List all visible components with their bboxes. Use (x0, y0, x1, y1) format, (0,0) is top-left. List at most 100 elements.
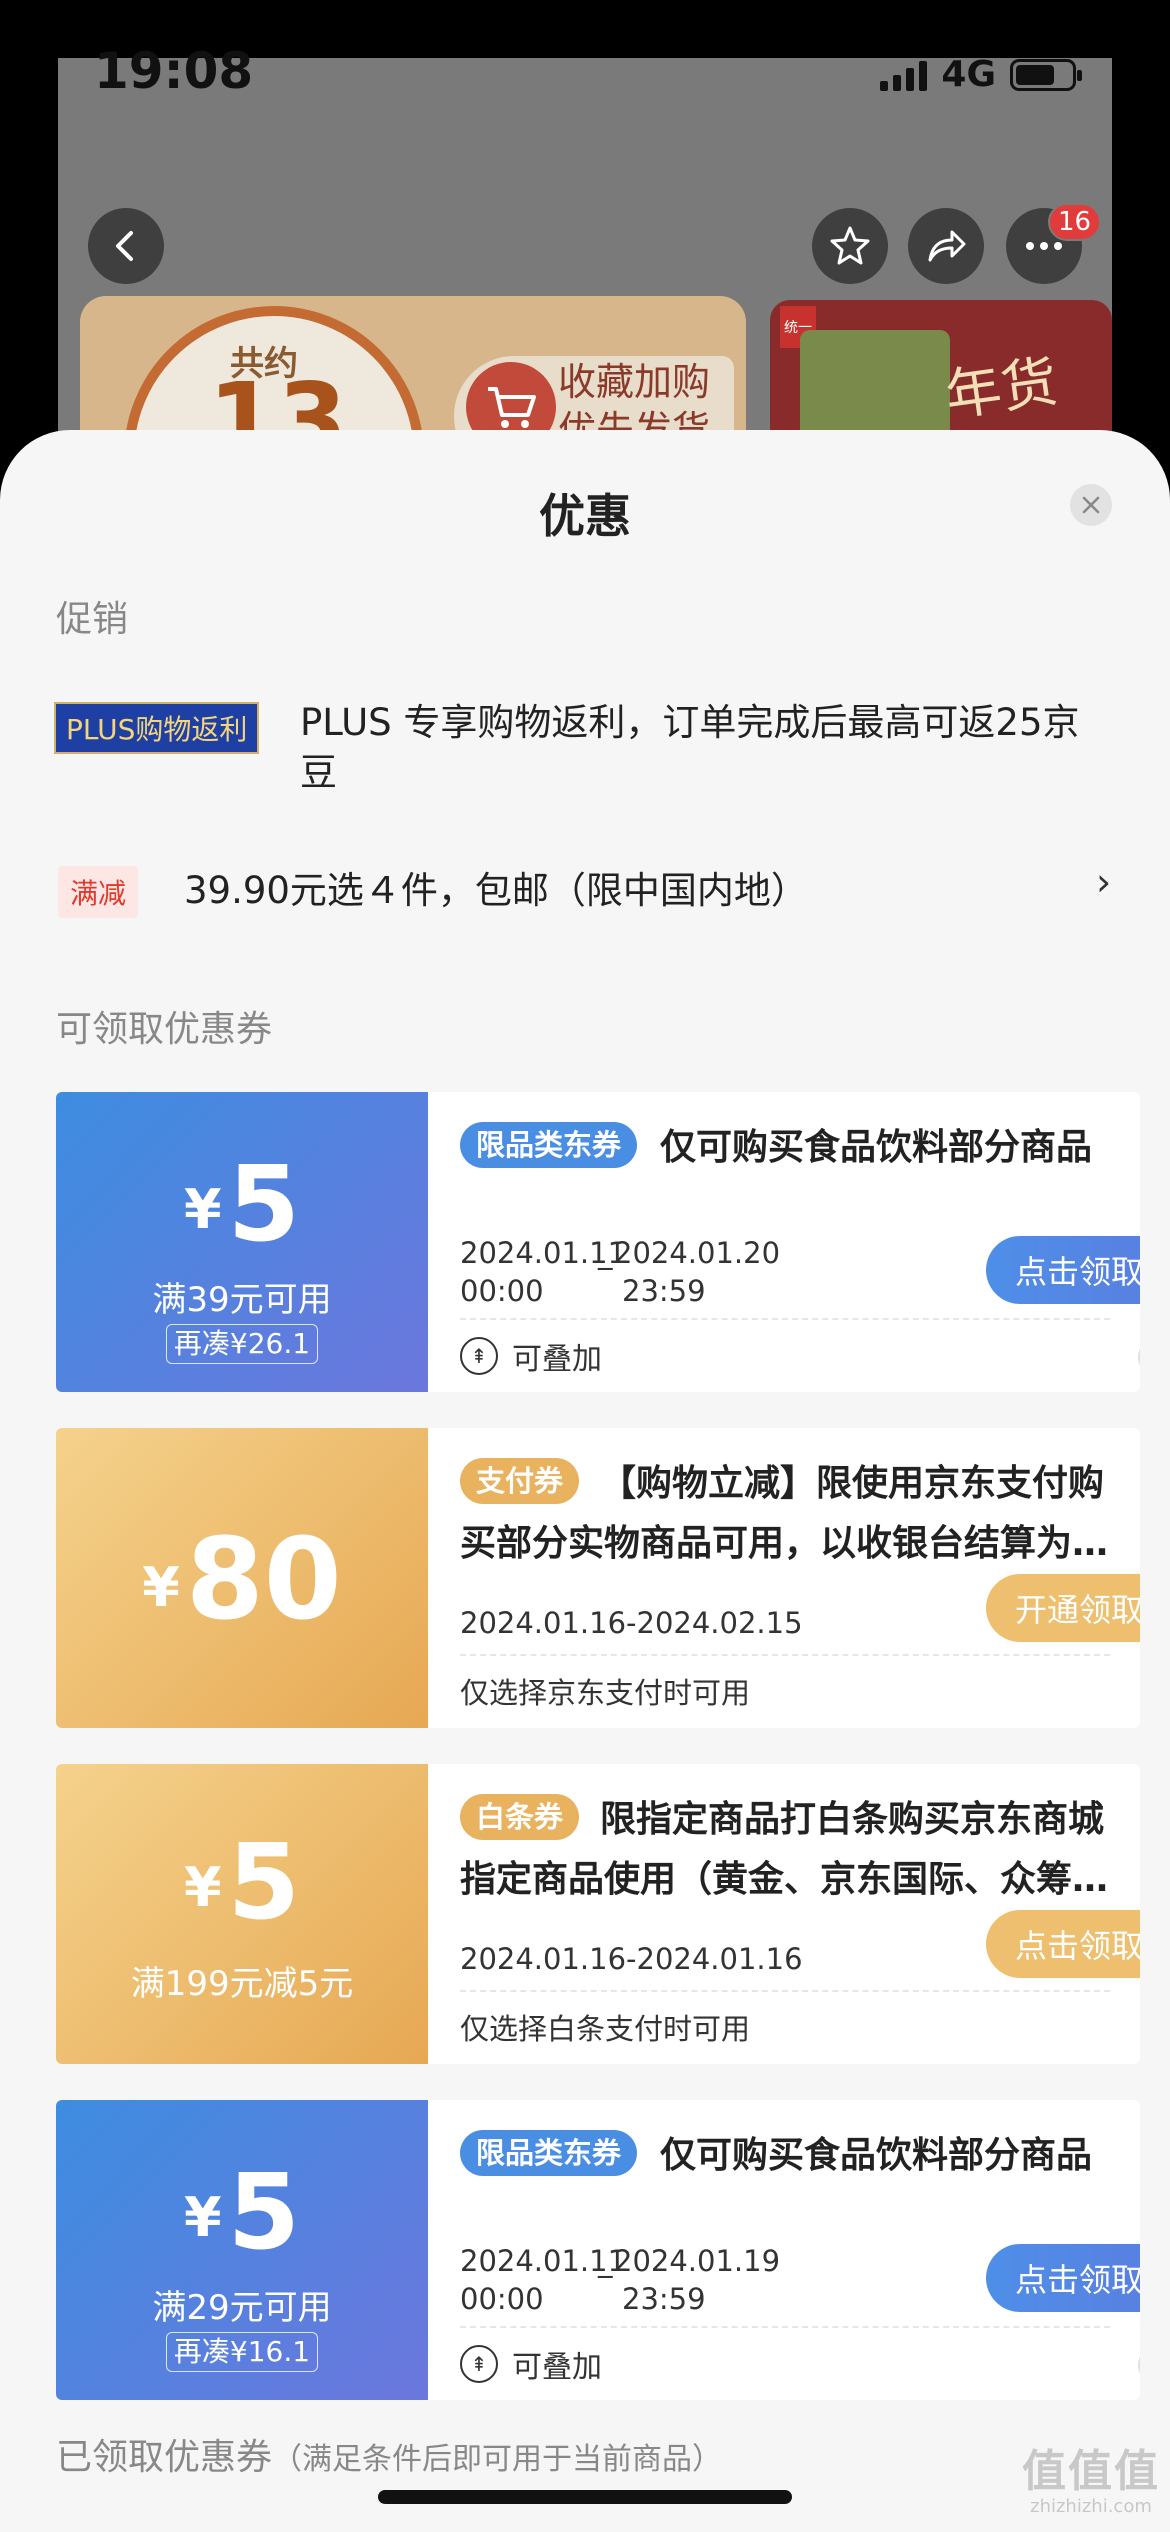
stack-icon: ⇞ (460, 1337, 498, 1375)
coupon-date-range: 2024.01.16-2024.01.16 (460, 1942, 803, 1976)
watermark: 值值值 zhizhizhi.com (1016, 2446, 1166, 2518)
coupon-amount-panel: ¥5 满29元可用 再凑¥16.1 (56, 2100, 428, 2400)
coupon-amount-panel: ¥80 (56, 1428, 428, 1728)
manjian-text[interactable]: 39.90元选４件，包邮（限中国内地） (184, 860, 808, 914)
claimed-label-text: 已领取优惠券 (56, 2437, 273, 2478)
coupon-detail: 限品类东券 仅可购买食品饮料部分商品 2024.01.11 00:00 _ 20… (428, 1092, 1140, 1392)
coupon-amount: ¥5 (56, 2160, 428, 2264)
stack-icon: ⇞ (460, 2345, 498, 2383)
coupon-end-date: 2024.01.19 (614, 2244, 781, 2278)
status-indicators: 4G (880, 54, 1082, 95)
coupon-end: 2024.01.20 23:59 (614, 1234, 780, 1310)
back-button[interactable] (88, 208, 164, 284)
coupon-amount: ¥5 (56, 1830, 428, 1934)
status-bar: 19:08 4G (58, 40, 1112, 110)
chevron-right-icon[interactable]: › (1096, 860, 1111, 904)
coupon-condition: 满199元减5元 (130, 1964, 354, 2004)
coupon-end-time: 23:59 (622, 2282, 706, 2316)
plus-tag: PLUS购物返利 (54, 702, 260, 754)
watermark-url: zhizhizhi.com (1030, 2496, 1152, 2517)
date-separator: _ (598, 1236, 613, 1270)
coupon-title-line1: 【购物立减】限使用京东支付购 (600, 1463, 1105, 1504)
coupons-section-label: 可领取优惠券 (56, 1009, 273, 1050)
coupon-end: 2024.01.19 23:59 (614, 2242, 780, 2318)
coupon-amount-panel: ¥5 满199元减5元 (56, 1764, 428, 2064)
close-button[interactable] (1070, 484, 1112, 526)
date-separator: _ (598, 2244, 613, 2278)
coupon-card: ¥80 支付券 【购物立减】限使用京东支付购 买部分实物商品可用，以收银台结算为… (56, 1428, 1140, 1728)
expand-icon[interactable] (1138, 1338, 1140, 1376)
dash-divider (460, 1990, 1110, 1992)
coupon-date-range: 2024.01.16-2024.02.15 (460, 1606, 803, 1640)
favorite-button[interactable] (812, 208, 888, 284)
coupon-end-time: 23:59 (622, 1274, 706, 1308)
more-badge: 16 (1048, 203, 1102, 241)
dash-divider (460, 1654, 1110, 1656)
claim-button[interactable]: 点击领取 (986, 2244, 1140, 2312)
share-button[interactable] (908, 208, 984, 284)
coupon-type-tag: 限品类东券 (460, 2130, 638, 2176)
claimed-coupons-label: 已领取优惠券（满足条件后即可用于当前商品） (56, 2428, 722, 2480)
coupon-condition: 满29元可用 (152, 2288, 332, 2328)
discount-sheet: 优惠 促销 PLUS购物返利 PLUS 专享购物返利，订单完成后最高可返25京豆… (0, 430, 1170, 2532)
currency-symbol: ¥ (142, 1556, 180, 1619)
coupon-note: 仅选择白条支付时可用 (460, 2012, 751, 2046)
coupon-card: ¥5 满39元可用 再凑¥26.1 限品类东券 仅可购买食品饮料部分商品 202… (56, 1092, 1140, 1392)
expand-icon[interactable] (1138, 2346, 1140, 2384)
coupon-amount-value: 5 (227, 2151, 300, 2273)
coupon-remain: 再凑¥16.1 (166, 2332, 318, 2372)
coupon-condition: 满39元可用 (152, 1280, 332, 1320)
activate-claim-button[interactable]: 开通领取 (986, 1574, 1140, 1642)
coupon-amount-panel: ¥5 满39元可用 再凑¥26.1 (56, 1092, 428, 1392)
coupon-title-line2: 买部分实物商品可用，以收银台结算为… (460, 1523, 1109, 1564)
stack-label: 可叠加 (512, 1342, 602, 1377)
currency-symbol: ¥ (184, 1856, 222, 1919)
banner-promo-line1: 收藏加购 (558, 360, 711, 404)
coupon-title: 限指定商品打白条购买京东商城 指定商品使用（黄金、京东国际、众筹… (460, 1790, 1132, 1910)
network-label: 4G (941, 54, 996, 95)
currency-symbol: ¥ (184, 2186, 222, 2249)
stack-row: ⇞ 可叠加 (460, 2342, 602, 2386)
claimed-sub-text: （满足条件后即可用于当前商品） (272, 2442, 723, 2477)
coupon-amount: ¥80 (56, 1524, 428, 1636)
coupon-detail: 白条券 限指定商品打白条购买京东商城 指定商品使用（黄金、京东国际、众筹… 20… (428, 1764, 1140, 2064)
coupon-type-tag: 限品类东券 (460, 1122, 638, 1168)
coupon-title-line2: 指定商品使用（黄金、京东国际、众筹… (460, 1859, 1109, 1900)
currency-symbol: ¥ (184, 1178, 222, 1241)
coupon-start-time: 00:00 (460, 2282, 544, 2316)
plus-rebate-text: PLUS 专享购物返利，订单完成后最高可返25京豆 (300, 701, 1080, 794)
coupon-note: 仅选择京东支付时可用 (460, 1676, 751, 1710)
coupon-amount-value: 5 (227, 1821, 300, 1943)
promo-section-label: 促销 (56, 599, 129, 640)
coupon-end-date: 2024.01.20 (614, 1236, 781, 1270)
manjian-tag: 满减 (58, 866, 139, 918)
close-icon (1082, 496, 1100, 514)
share-icon (928, 230, 966, 262)
coupon-start-time: 00:00 (460, 1274, 544, 1308)
status-time: 19:08 (94, 42, 254, 100)
watermark-logo: 值值值 (1022, 2446, 1160, 2497)
star-icon (830, 226, 870, 265)
home-indicator[interactable] (378, 2490, 792, 2504)
coupon-remain: 再凑¥26.1 (166, 1324, 318, 1364)
more-icon (1026, 242, 1062, 250)
battery-icon (1010, 58, 1082, 91)
coupon-detail: 支付券 【购物立减】限使用京东支付购 买部分实物商品可用，以收银台结算为… 20… (428, 1428, 1140, 1728)
dash-divider (460, 1318, 1110, 1320)
claim-button[interactable]: 点击领取 (986, 1236, 1140, 1304)
coupon-card: ¥5 满29元可用 再凑¥16.1 限品类东券 仅可购买食品饮料部分商品 202… (56, 2100, 1140, 2400)
claim-button[interactable]: 点击领取 (986, 1910, 1140, 1978)
back-arrow-icon (116, 231, 133, 261)
signal-icon (880, 59, 928, 91)
coupon-amount-value: 80 (185, 1515, 342, 1645)
dash-divider (460, 2326, 1110, 2328)
stack-label: 可叠加 (512, 2350, 602, 2385)
coupon-title: 仅可购买食品饮料部分商品 (660, 1127, 1093, 1168)
coupon-title-line1: 限指定商品打白条购买京东商城 (600, 1799, 1105, 1840)
coupon-amount-value: 5 (227, 1143, 300, 1265)
screen: 19:08 4G 16 共约 13 收藏加购 优先发货 统一 (0, 0, 1170, 2532)
coupon-title: 仅可购买食品饮料部分商品 (660, 2135, 1093, 2176)
coupon-amount: ¥5 (56, 1152, 428, 1256)
coupon-card: ¥5 满199元减5元 白条券 限指定商品打白条购买京东商城 指定商品使用（黄金… (56, 1764, 1140, 2064)
sheet-title: 优惠 (539, 489, 631, 543)
